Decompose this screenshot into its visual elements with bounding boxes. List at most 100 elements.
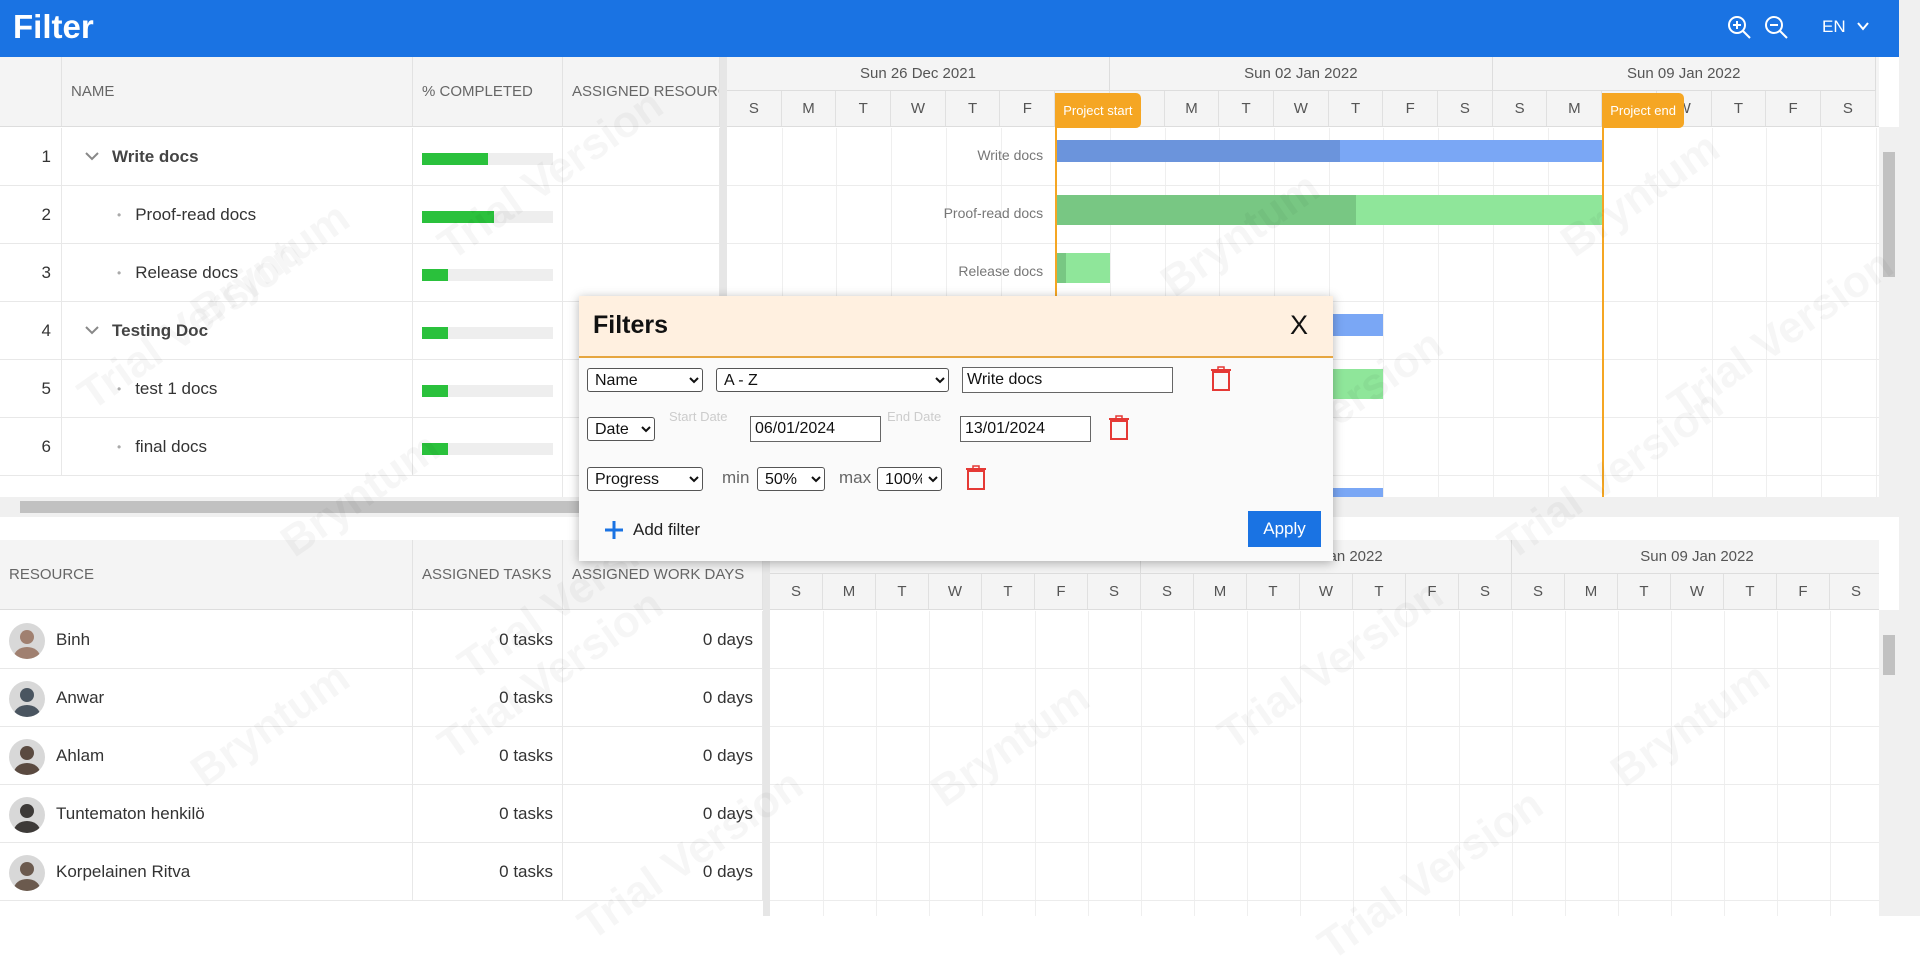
progress-bar (422, 327, 553, 339)
resource-row[interactable]: Tuntematon henkilö 0 tasks 0 days (0, 785, 763, 843)
column-header-number[interactable] (0, 57, 62, 126)
task-bar-release-docs[interactable] (1055, 253, 1110, 283)
scroll-thumb[interactable] (20, 501, 580, 513)
delete-icon[interactable] (965, 465, 987, 491)
progress-fill (422, 385, 449, 397)
day-header: W (929, 574, 982, 609)
assigned-tasks-cell: 0 tasks (413, 727, 563, 784)
delete-icon[interactable] (1108, 415, 1130, 441)
assigned-tasks-cell: 0 tasks (413, 669, 563, 726)
day-header: F (1001, 91, 1056, 126)
resource-cell: Anwar (0, 669, 413, 726)
resource-row[interactable]: Anwar 0 tasks 0 days (0, 669, 763, 727)
day-header: T (982, 574, 1035, 609)
column-header-resource[interactable]: RESOURCE (0, 540, 413, 609)
close-button[interactable]: X (1290, 310, 1308, 341)
end-date-input[interactable] (960, 416, 1091, 442)
task-bar-write-docs[interactable] (1055, 140, 1603, 162)
resource-name: Binh (56, 629, 91, 649)
day-header: M (1194, 574, 1247, 609)
day-header: S (1821, 91, 1876, 126)
chevron-down-icon[interactable] (84, 321, 100, 341)
task-name-cell[interactable]: Write docs (62, 128, 413, 185)
table-row[interactable]: 1 Write docs (0, 128, 720, 186)
column-header-assigned-tasks[interactable]: ASSIGNED TASKS (413, 540, 563, 609)
day-gridline (823, 611, 824, 916)
date-filter-field-select[interactable]: Date (587, 417, 655, 441)
min-progress-select[interactable]: 50% (757, 467, 825, 491)
avatar (9, 739, 45, 775)
project-start-tag[interactable]: Project start (1055, 93, 1141, 128)
column-header-completed[interactable]: % COMPLETED (413, 57, 563, 126)
apply-button[interactable]: Apply (1248, 511, 1321, 547)
chevron-down-icon[interactable] (84, 147, 100, 167)
avatar (9, 855, 45, 891)
table-row[interactable]: 2 • Proof-read docs (0, 186, 720, 244)
row-gridline (770, 726, 1879, 727)
zoom-out-icon[interactable] (1763, 14, 1789, 40)
day-gridline (1777, 611, 1778, 916)
day-header: T (1219, 91, 1274, 126)
task-name-cell[interactable]: • final docs (62, 418, 413, 475)
day-header: F (1777, 574, 1830, 609)
task-name-cell[interactable]: Testing Doc (62, 302, 413, 359)
day-header: S (1438, 91, 1493, 126)
day-header: W (891, 91, 946, 126)
chevron-down-icon[interactable] (1857, 20, 1869, 32)
day-gridline (1492, 128, 1494, 497)
scroll-thumb[interactable] (1883, 152, 1895, 277)
progress-bar (422, 443, 553, 455)
day-gridline (1383, 128, 1385, 497)
bullet-icon: • (117, 265, 122, 280)
assigned-resources-cell (563, 128, 720, 185)
progress-fill (422, 443, 449, 455)
resource-timeline: Sun 26 Dec 2021Sun 02 Jan 2022Sun 09 Jan… (770, 540, 1879, 916)
column-header-name[interactable]: NAME (62, 57, 413, 126)
plus-icon (605, 521, 623, 539)
max-progress-select[interactable]: 100% (877, 467, 942, 491)
day-gridline (1830, 611, 1831, 916)
scroll-thumb[interactable] (1883, 635, 1895, 675)
project-end-tag[interactable]: Project end (1602, 93, 1684, 128)
resource-splitter[interactable] (763, 540, 770, 916)
task-bar-label: Proof-read docs (943, 205, 1044, 221)
day-gridline (1088, 611, 1089, 916)
app-header: Filter EN (0, 0, 1899, 57)
name-filter-input[interactable] (962, 367, 1173, 393)
resource-row[interactable]: Binh 0 tasks 0 days (0, 611, 763, 669)
task-bar-proof-read-docs[interactable] (1055, 195, 1603, 225)
day-header: F (1406, 574, 1459, 609)
bullet-icon: • (117, 381, 122, 396)
resource-scrollbar[interactable] (1879, 610, 1899, 916)
start-date-input[interactable] (750, 416, 881, 442)
day-header: S (1088, 574, 1141, 609)
day-gridline (1141, 611, 1142, 916)
delete-icon[interactable] (1210, 366, 1232, 392)
sort-order-select[interactable]: A - Z (716, 368, 949, 392)
timeline-scrollbar[interactable] (1879, 127, 1899, 497)
table-row[interactable]: 3 • Release docs (0, 244, 720, 302)
filters-dialog: Filters X Name A - Z Date Start Date End… (579, 296, 1333, 561)
day-gridline (1406, 611, 1407, 916)
progress-fill (422, 327, 449, 339)
assigned-tasks-cell: 0 tasks (413, 785, 563, 842)
name-filter-field-select[interactable]: Name (587, 368, 703, 392)
task-name-cell[interactable]: • Release docs (62, 244, 413, 301)
resource-row[interactable]: Korpelainen Ritva 0 tasks 0 days (0, 843, 763, 901)
column-header-resources[interactable]: ASSIGNED RESOURCES (563, 57, 720, 126)
zoom-in-icon[interactable] (1726, 14, 1752, 40)
add-filter-button[interactable]: Add filter (604, 520, 700, 540)
progress-fill (422, 153, 488, 165)
assigned-work-days-cell: 0 days (563, 669, 763, 726)
language-picker[interactable]: EN (1822, 17, 1846, 37)
percent-completed-cell (413, 360, 563, 417)
page-scrollbar[interactable] (1899, 0, 1920, 916)
timeline-header: Sun 26 Dec 2021 Sun 02 Jan 2022 Sun 09 Jan… (727, 57, 1879, 127)
resource-row[interactable]: Ahlam 0 tasks 0 days (0, 727, 763, 785)
day-gridline (1035, 611, 1036, 916)
day-header: S (727, 91, 782, 126)
task-name-cell[interactable]: • test 1 docs (62, 360, 413, 417)
task-name-cell[interactable]: • Proof-read docs (62, 186, 413, 243)
progress-filter-field-select[interactable]: Progress (587, 467, 703, 491)
progress-bar (422, 211, 553, 223)
